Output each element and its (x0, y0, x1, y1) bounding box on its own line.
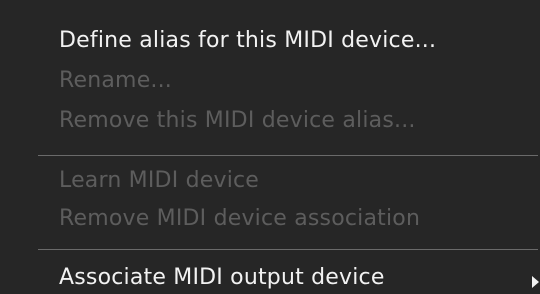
menu-item-rename: Rename... (59, 68, 173, 93)
menu-item-define-alias[interactable]: Define alias for this MIDI device... (59, 21, 436, 61)
menu-item-learn-midi-device: Learn MIDI device (59, 168, 260, 193)
submenu-arrow-icon (532, 276, 539, 288)
menu-item-associate-midi-output[interactable]: Associate MIDI output device (59, 258, 385, 294)
menu-separator (38, 249, 538, 250)
context-menu: Define alias for this MIDI device... Ren… (0, 0, 540, 294)
menu-separator (38, 155, 538, 156)
menu-item-remove-alias: Remove this MIDI device alias... (59, 108, 416, 133)
menu-item-remove-association: Remove MIDI device association (59, 206, 421, 231)
